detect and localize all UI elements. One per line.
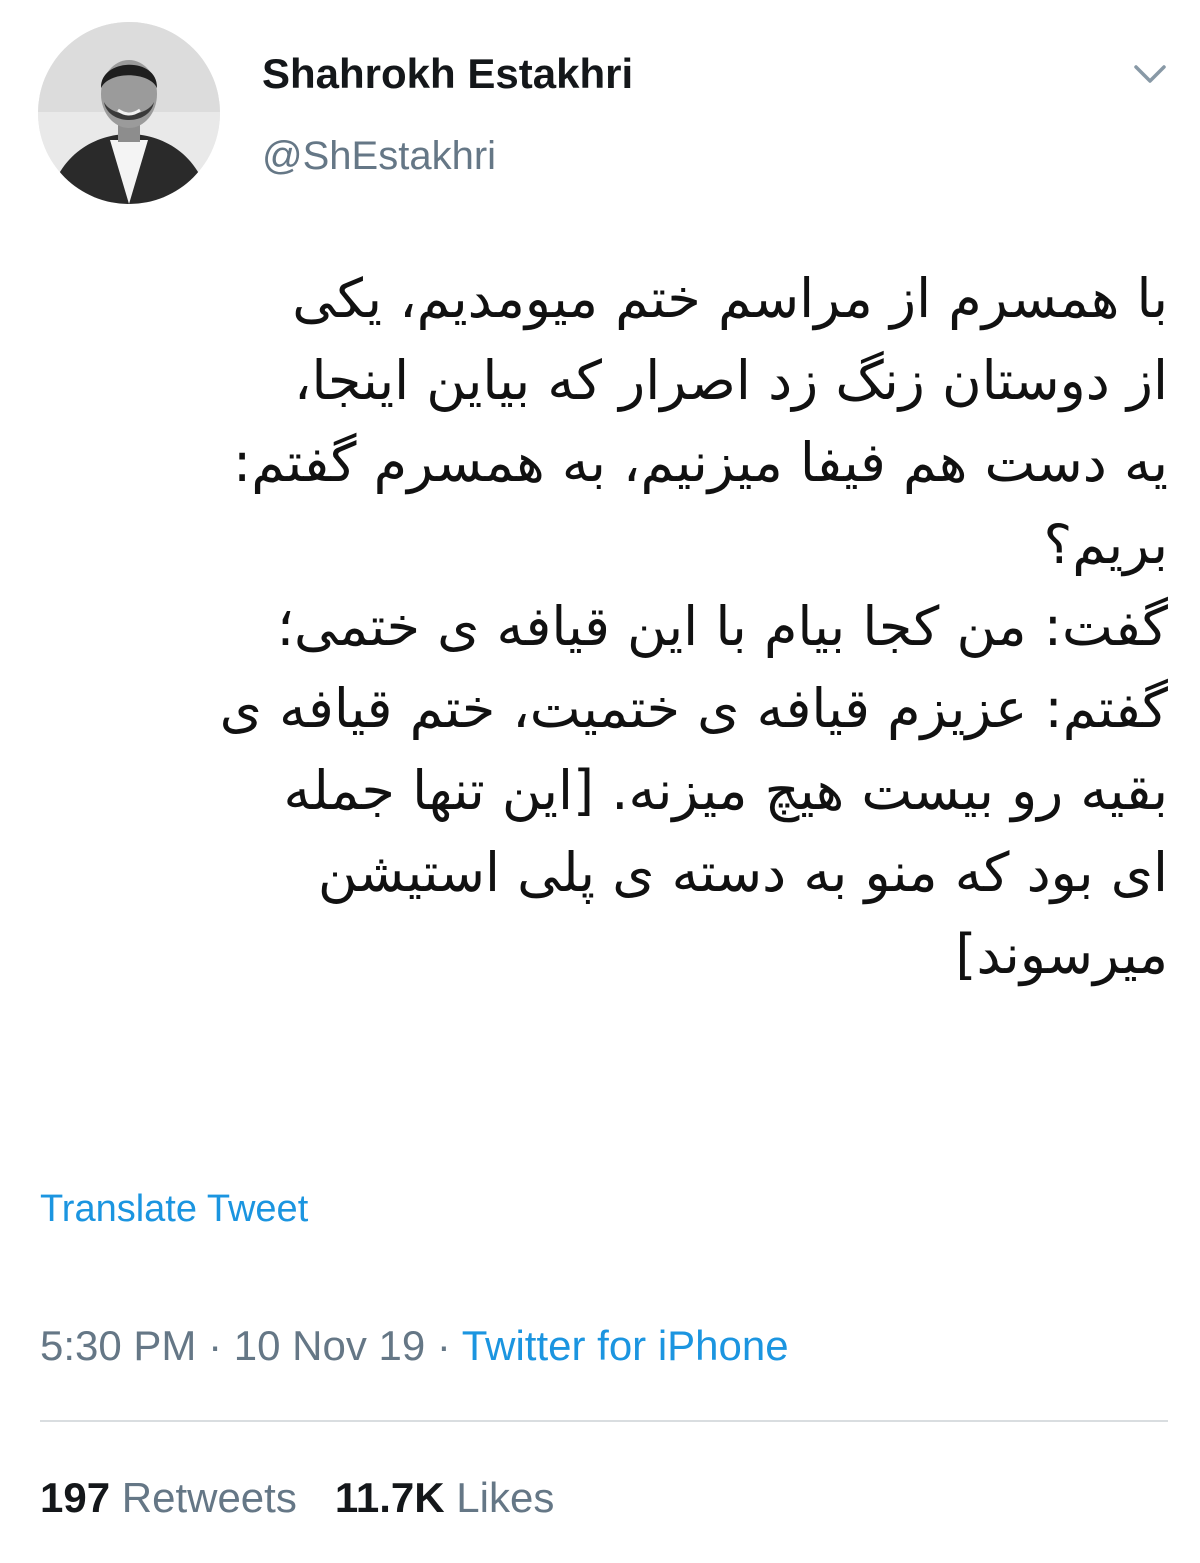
tweet-text-line: یه دست هم فیفا میزنیم، به همسرم گفتم:: [233, 431, 1168, 494]
author-display-name[interactable]: Shahrokh Estakhri: [262, 50, 633, 98]
tweet-text-line: ای بود که منو به دسته ی پلی استیشن: [317, 841, 1168, 904]
tweet-text-line: گفت: من کجا بیام با این قیافه ی ختمی؛: [276, 595, 1168, 658]
tweet-text-line: بقیه رو بیست هیچ میزنه. [این تنها جمله: [283, 759, 1168, 822]
author-handle[interactable]: @ShEstakhri: [262, 134, 496, 179]
likes-label: Likes: [456, 1474, 555, 1521]
tweet-text-line: میرسوند]: [955, 923, 1168, 986]
likes-stat[interactable]: 11.7K Likes: [335, 1474, 555, 1521]
tweet-source-link[interactable]: Twitter for iPhone: [462, 1322, 789, 1369]
avatar[interactable]: [38, 22, 220, 204]
tweet-text-line: با همسرم از مراسم ختم میومدیم، یکی: [292, 267, 1168, 330]
retweets-label: Retweets: [121, 1474, 297, 1521]
retweets-count: 197: [40, 1474, 111, 1521]
tweet-date[interactable]: 10 Nov 19: [234, 1322, 425, 1369]
tweet-time[interactable]: 5:30 PM: [40, 1322, 196, 1369]
retweets-stat[interactable]: 197 Retweets: [40, 1474, 297, 1521]
chevron-down-icon[interactable]: [1128, 52, 1172, 96]
meta-separator: ·: [196, 1322, 234, 1369]
tweet-text-line: از دوستان زنگ زد اصرار که بیاین اینجا،: [294, 349, 1168, 412]
divider: [40, 1420, 1168, 1422]
meta-separator: ·: [425, 1322, 462, 1369]
tweet-text: با همسرم از مراسم ختم میومدیم، یکی از دو…: [40, 258, 1168, 996]
tweet-card: Shahrokh Estakhri @ShEstakhri با همسرم ا…: [0, 0, 1200, 1563]
tweet-text-line: بریم؟: [1043, 513, 1168, 576]
tweet-stats: 197 Retweets 11.7K Likes: [40, 1474, 554, 1522]
avatar-photo: [38, 22, 220, 204]
tweet-metadata: 5:30 PM · 10 Nov 19 · Twitter for iPhone: [40, 1322, 789, 1370]
translate-tweet-link[interactable]: Translate Tweet: [40, 1188, 308, 1231]
tweet-text-line: گفتم: عزیزم قیافه ی ختمیت، ختم قیافه ی: [219, 677, 1168, 740]
likes-count: 11.7K: [334, 1474, 445, 1521]
